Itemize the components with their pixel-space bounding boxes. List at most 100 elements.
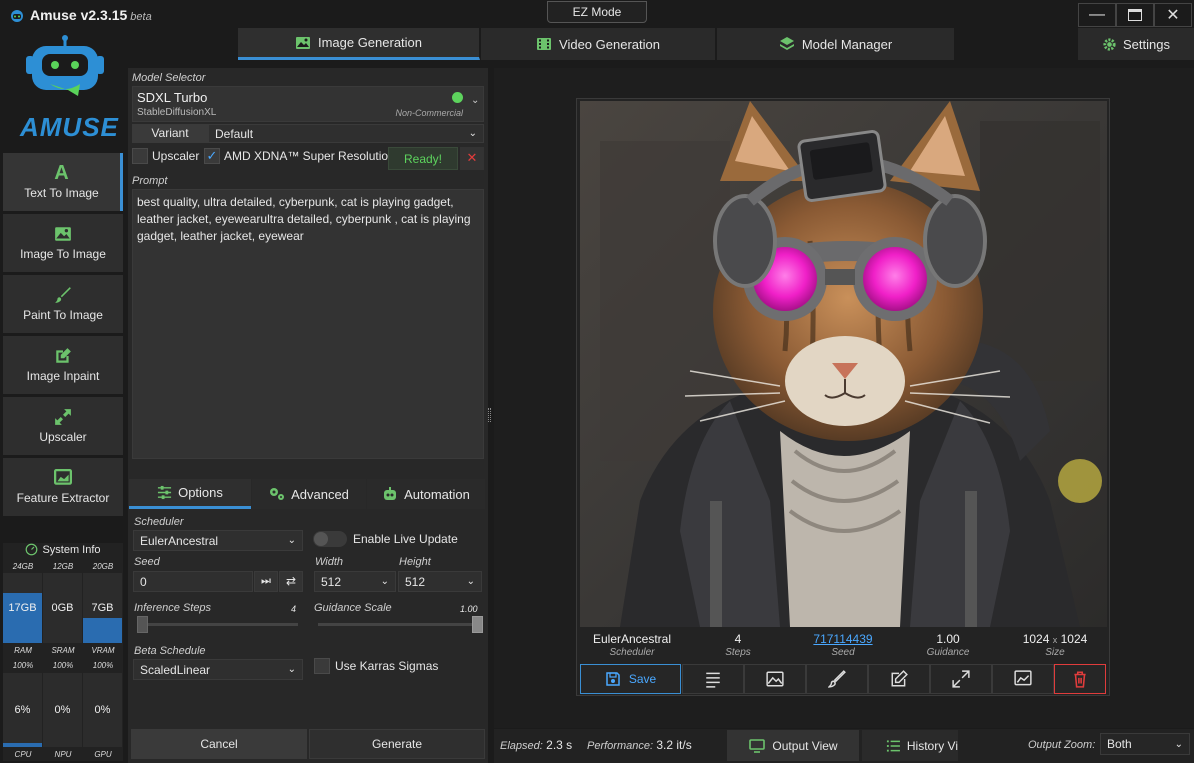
generated-image[interactable] (580, 101, 1107, 627)
sidebar-item-text-to-image[interactable]: A Text To Image (3, 153, 123, 211)
model-selector-label: Model Selector (132, 72, 206, 84)
gallery-icon (1014, 670, 1032, 686)
beta-schedule-select[interactable]: ScaledLinear ⌄ (133, 659, 303, 680)
height-label: Height (399, 556, 431, 568)
height-select[interactable]: 512 ⌄ (398, 571, 482, 592)
amuse-logo-text: AMUSE (20, 112, 119, 142)
steps-value: 4 (291, 604, 297, 614)
seed-reset-button[interactable]: ⏭ (254, 571, 278, 592)
output-zoom-select[interactable]: Both ⌄ (1100, 733, 1190, 755)
sidebar-item-image-inpaint[interactable]: Image Inpaint (3, 336, 123, 394)
seed-random-button[interactable]: ⇄ (279, 571, 303, 592)
amd-label: AMD XDNA™ Super Resolution (224, 149, 395, 163)
chevron-down-icon: ⌄ (466, 576, 475, 587)
amd-checkbox[interactable]: ✓ (204, 148, 220, 164)
tab-automation[interactable]: Automation (367, 479, 485, 509)
variant-select[interactable]: Default ⌄ (208, 124, 484, 143)
amd-super-resolution-toggle[interactable]: ✓ AMD XDNA™ Super Resolution (204, 148, 395, 164)
sram-meter: 0GB (43, 573, 82, 643)
send-to-image-to-image-button[interactable] (744, 664, 806, 694)
cancel-button[interactable]: Cancel (131, 729, 307, 759)
panel-splitter-handle[interactable] (488, 408, 491, 422)
sram-label: SRAM (51, 646, 75, 655)
send-to-upscaler-button[interactable] (930, 664, 992, 694)
vram-total: 20GB (92, 562, 114, 571)
model-selector[interactable]: SDXL Turbo StableDiffusionXL Non-Commerc… (132, 86, 484, 122)
tab-advanced[interactable]: Advanced (252, 479, 366, 509)
layers-icon (779, 37, 794, 50)
send-to-feature-extractor-button[interactable] (992, 664, 1054, 694)
maximize-button[interactable] (1116, 3, 1154, 27)
scheduler-select[interactable]: EulerAncestral ⌄ (133, 530, 303, 551)
generate-button[interactable]: Generate (309, 729, 485, 759)
sidebar-item-upscaler[interactable]: Upscaler (3, 397, 123, 455)
cpu-meter: 6% (3, 673, 42, 747)
npu-meter: 0% (43, 673, 82, 747)
result-seed[interactable]: 717114439 (800, 632, 886, 646)
save-image-button[interactable]: Save (580, 664, 681, 694)
gear-icon (1103, 37, 1116, 51)
tab-options[interactable]: Options (129, 479, 251, 509)
delete-image-button[interactable] (1054, 664, 1106, 694)
sidebar-item-paint-to-image[interactable]: Paint To Image (3, 275, 123, 333)
settings-button[interactable]: Settings (1078, 28, 1194, 60)
tab-image-generation[interactable]: Image Generation (238, 28, 480, 60)
app-icon (11, 10, 23, 22)
film-icon (537, 38, 552, 50)
minimize-icon: — (1089, 6, 1105, 23)
history-view-button[interactable]: History Vi (862, 730, 958, 761)
tab-video-generation[interactable]: Video Generation (481, 28, 716, 60)
edit-icon (56, 348, 71, 363)
sidebar-item-feature-extractor[interactable]: Feature Extractor (3, 458, 123, 516)
toggle-switch[interactable] (313, 531, 347, 547)
output-view-button[interactable]: Output View (727, 730, 859, 761)
send-to-inpaint-button[interactable] (868, 664, 930, 694)
result-size: 1024 x 1024 (1022, 632, 1088, 646)
vram-meter-value: 7GB (91, 602, 114, 614)
send-to-paint-button[interactable] (806, 664, 868, 694)
chevron-down-icon: ⌄ (380, 576, 389, 587)
ram-meter: 17GB (3, 573, 42, 643)
sram-meter-value: 0GB (51, 602, 74, 614)
sidebar-item-image-to-image[interactable]: Image To Image (3, 214, 123, 272)
seed-label: Seed (134, 556, 160, 568)
width-select[interactable]: 512 ⌄ (314, 571, 396, 592)
model-ready-status: Ready! (388, 147, 458, 170)
prompt-label: Prompt (132, 175, 168, 187)
steps-slider-track[interactable] (138, 623, 298, 626)
tab-model-manager[interactable]: Model Manager (717, 28, 955, 60)
cpu-label: CPU (14, 750, 32, 759)
image-icon (55, 227, 71, 241)
unload-model-button[interactable]: ✕ (460, 147, 484, 170)
npu-label: NPU (54, 750, 72, 759)
performance: Performance: 3.2 it/s (587, 738, 692, 752)
upscaler-checkbox[interactable] (132, 148, 148, 164)
karras-label: Use Karras Sigmas (335, 659, 439, 673)
karras-toggle[interactable]: Use Karras Sigmas (314, 658, 438, 674)
chevron-down-icon: ⌄ (287, 664, 296, 675)
result-scheduler-label: Scheduler (609, 647, 655, 658)
ram-total: 24GB (12, 562, 34, 571)
scheduler-value: EulerAncestral (140, 533, 219, 548)
amuse-logo-icon (26, 35, 104, 96)
guidance-slider-thumb[interactable] (472, 616, 483, 633)
steps-slider-thumb[interactable] (137, 616, 148, 633)
trash-icon (1074, 671, 1086, 688)
live-update-toggle[interactable]: Enable Live Update (313, 531, 458, 547)
result-steps: 4 (734, 632, 742, 646)
minimize-button[interactable]: — (1078, 3, 1116, 27)
gpu-meter: 0% (83, 673, 122, 747)
result-steps-label: Steps (725, 647, 751, 658)
guidance-value: 1.00 (460, 604, 478, 614)
karras-checkbox[interactable] (314, 658, 330, 674)
copy-prompt-button[interactable] (682, 664, 744, 694)
maximize-icon (1128, 9, 1142, 21)
ez-mode-button[interactable]: EZ Mode (547, 1, 647, 23)
close-window-button[interactable]: ✕ (1154, 3, 1192, 27)
ram-meter-value: 17GB (8, 602, 37, 614)
prompt-input[interactable]: best quality, ultra detailed, cyberpunk,… (132, 189, 484, 459)
guidance-slider-track[interactable] (318, 623, 478, 626)
seed-input[interactable]: 0 (133, 571, 253, 592)
upscaler-toggle[interactable]: Upscaler (132, 148, 199, 164)
gauge-icon (26, 543, 38, 556)
